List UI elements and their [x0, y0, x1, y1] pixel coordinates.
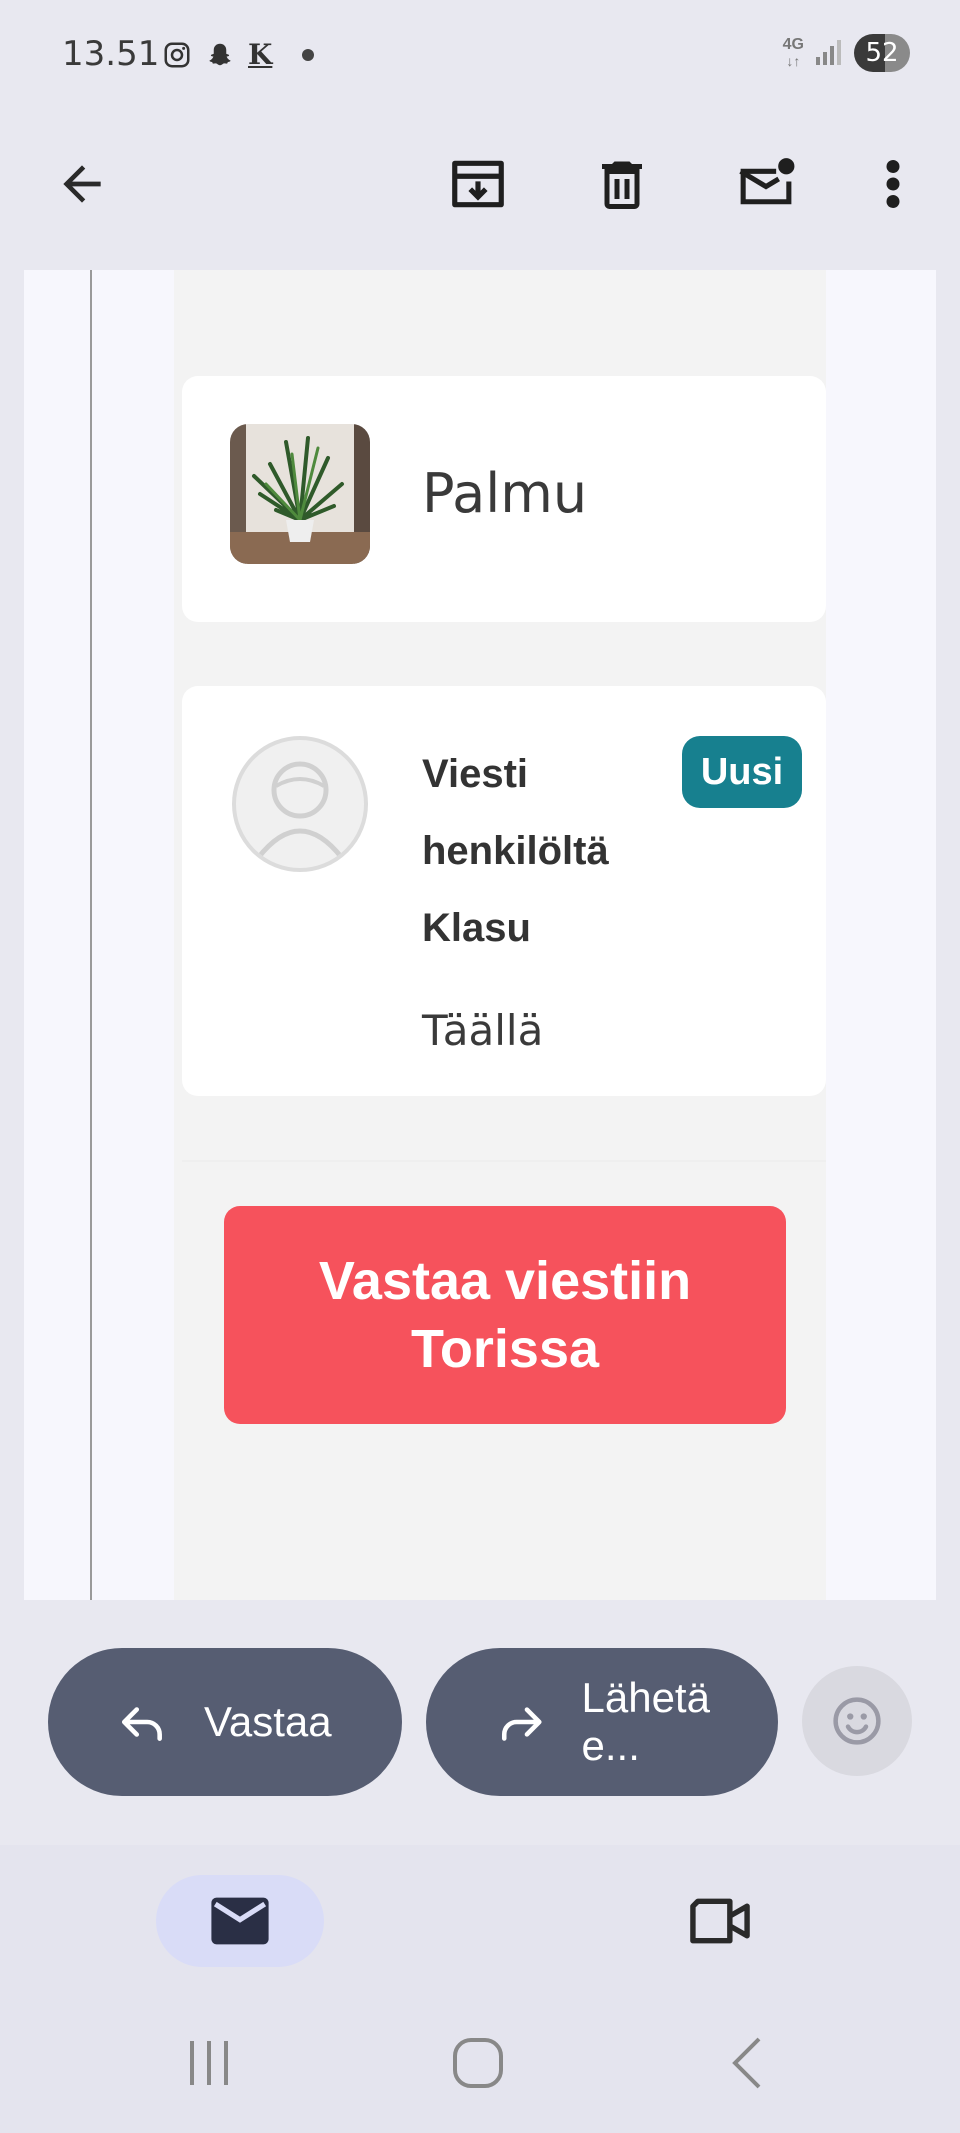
emoji-reaction-button[interactable] [802, 1666, 912, 1776]
mail-icon [211, 1897, 269, 1945]
cta-section: Vastaa viestiin Torissa [182, 1160, 826, 1530]
archive-icon [452, 160, 504, 208]
app-bar [0, 104, 960, 270]
avatar [232, 736, 368, 872]
reply-in-tori-button[interactable]: Vastaa viestiin Torissa [224, 1206, 786, 1424]
battery-indicator: 52 [854, 34, 910, 72]
status-right: 4G ↓↑ 52 [783, 34, 910, 72]
quote-thread-line [90, 270, 92, 1600]
action-row: Vastaa Lähetä e... [0, 1600, 960, 1845]
network-type: 4G ↓↑ [782, 36, 804, 70]
reply-label: Vastaa [204, 1698, 332, 1745]
more-options-button[interactable] [843, 134, 943, 234]
home-icon [453, 2038, 503, 2088]
home-button[interactable] [433, 2023, 523, 2103]
status-time: 13.51 [62, 34, 160, 74]
bottom-navigation [0, 1845, 960, 1995]
item-thumbnail[interactable] [230, 424, 370, 564]
delete-icon [602, 161, 642, 209]
default-user-icon [256, 761, 344, 860]
reply-button[interactable]: Vastaa [48, 1648, 402, 1796]
instagram-icon [162, 40, 192, 70]
notification-icons: K [162, 38, 315, 71]
nav-meet-tab[interactable] [670, 1875, 770, 1967]
signal-icon [814, 37, 844, 70]
nav-mail-tab[interactable] [156, 1875, 324, 1967]
system-back-button[interactable] [702, 2023, 792, 2103]
more-notifications-dot [302, 48, 315, 61]
forward-label: Lähetä e... [581, 1674, 710, 1769]
back-arrow-icon [63, 165, 101, 203]
status-bar: 13.51 K 4G ↓↑ 52 [0, 0, 960, 104]
emoji-icon [833, 1697, 881, 1745]
plant-image [230, 424, 370, 564]
mark-unread-icon [739, 158, 795, 205]
recent-apps-icon [190, 2041, 228, 2085]
video-camera-icon [690, 1898, 750, 1944]
chevron-left-icon [732, 2037, 761, 2089]
system-navigation [0, 1995, 960, 2133]
k-app-icon: K [248, 38, 273, 71]
recent-apps-button[interactable] [164, 2023, 254, 2103]
email-body: Palmu Viesti henkilöltä Klasu Uusi Tääll… [174, 270, 826, 1600]
forward-icon [501, 1707, 542, 1741]
snapchat-icon [204, 40, 236, 70]
item-title: Palmu [422, 462, 588, 525]
more-vert-icon [886, 160, 900, 208]
item-card[interactable]: Palmu [182, 376, 826, 622]
reply-icon [121, 1707, 162, 1741]
message-text: Täällä [422, 1006, 544, 1055]
message-card[interactable]: Viesti henkilöltä Klasu Uusi Täällä [182, 686, 826, 1096]
email-content[interactable]: Palmu Viesti henkilöltä Klasu Uusi Tääll… [24, 270, 936, 1600]
new-badge: Uusi [682, 736, 802, 808]
network-label: 4G [782, 36, 804, 53]
mark-unread-button[interactable] [716, 134, 816, 234]
forward-button[interactable]: Lähetä e... [426, 1648, 778, 1796]
delete-button[interactable] [572, 134, 672, 234]
message-title: Viesti henkilöltä Klasu [422, 752, 609, 950]
archive-button[interactable] [428, 134, 528, 234]
back-button[interactable] [32, 134, 132, 234]
